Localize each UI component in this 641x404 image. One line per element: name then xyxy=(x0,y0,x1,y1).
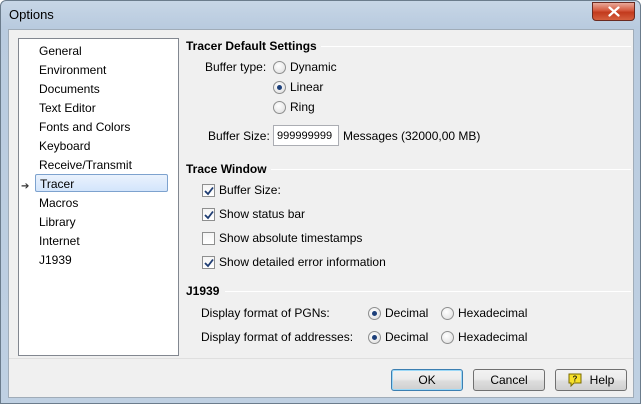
dialog-client: ➔ General Environment Documents Text Edi… xyxy=(8,29,634,398)
show-status-bar-checkbox[interactable] xyxy=(202,208,215,221)
nav-item-documents[interactable]: Documents xyxy=(35,80,104,98)
close-button[interactable] xyxy=(592,2,635,21)
window-title: Options xyxy=(9,7,54,22)
buffer-size-label: Buffer Size: xyxy=(208,129,270,143)
ok-button[interactable]: OK xyxy=(391,369,463,391)
nav-item-general[interactable]: General xyxy=(35,42,86,60)
buffer-type-label: Buffer type: xyxy=(205,60,267,74)
nav-item-internet[interactable]: Internet xyxy=(35,232,84,250)
checkmark-icon xyxy=(204,186,214,196)
selected-arrow-icon: ➔ xyxy=(21,181,30,192)
nav-item-macros[interactable]: Macros xyxy=(35,194,82,212)
show-absolute-timestamps-checkbox[interactable] xyxy=(202,232,215,245)
show-detailed-error-checkbox[interactable] xyxy=(202,256,215,269)
pgn-hexadecimal-radio[interactable] xyxy=(441,307,454,320)
help-icon: ? xyxy=(568,373,582,387)
svg-text:?: ? xyxy=(572,375,577,384)
buffer-type-dynamic-radio[interactable] xyxy=(273,61,286,74)
show-absolute-timestamps-label[interactable]: Show absolute timestamps xyxy=(219,231,362,245)
address-decimal-radio[interactable] xyxy=(368,331,381,344)
close-icon xyxy=(607,6,620,17)
buffer-size-checkbox-label[interactable]: Buffer Size: xyxy=(219,183,281,197)
options-window: Options ➔ General Environment Documents … xyxy=(0,0,641,404)
pgn-hexadecimal-label[interactable]: Hexadecimal xyxy=(458,306,527,320)
nav-item-environment[interactable]: Environment xyxy=(35,61,110,79)
nav-item-text-editor[interactable]: Text Editor xyxy=(35,99,100,117)
nav-item-fonts-and-colors[interactable]: Fonts and Colors xyxy=(35,118,134,136)
pgn-decimal-label[interactable]: Decimal xyxy=(385,306,428,320)
nav-item-receive-transmit[interactable]: Receive/Transmit xyxy=(35,156,136,174)
section-divider xyxy=(225,291,631,292)
tracer-defaults-title: Tracer Default Settings xyxy=(186,39,321,53)
checkmark-icon xyxy=(204,258,214,268)
pgn-decimal-radio[interactable] xyxy=(368,307,381,320)
trace-window-title: Trace Window xyxy=(186,162,271,176)
buffer-type-ring-radio[interactable] xyxy=(273,101,286,114)
show-detailed-error-label[interactable]: Show detailed error information xyxy=(219,255,386,269)
buffer-type-dynamic-label[interactable]: Dynamic xyxy=(290,60,337,74)
buffer-type-ring-label[interactable]: Ring xyxy=(290,100,315,114)
cancel-button[interactable]: Cancel xyxy=(473,369,545,391)
buffer-type-linear-label[interactable]: Linear xyxy=(290,80,323,94)
buffer-size-input[interactable] xyxy=(273,125,339,146)
section-divider xyxy=(271,169,631,170)
settings-panel: Tracer Default Settings Buffer type: Dyn… xyxy=(179,30,633,358)
j1939-title: J1939 xyxy=(186,284,224,298)
nav-item-j1939[interactable]: J1939 xyxy=(35,251,76,269)
address-decimal-label[interactable]: Decimal xyxy=(385,330,428,344)
buffer-type-linear-radio[interactable] xyxy=(273,81,286,94)
show-status-bar-label[interactable]: Show status bar xyxy=(219,207,305,221)
section-divider xyxy=(319,46,631,47)
pgn-format-label: Display format of PGNs: xyxy=(201,306,330,320)
nav-item-library[interactable]: Library xyxy=(35,213,80,231)
buffer-size-unit: Messages xyxy=(343,129,398,143)
checkmark-icon xyxy=(204,210,214,220)
help-button-label: Help xyxy=(589,373,615,387)
footer-divider xyxy=(9,358,633,359)
buffer-size-checkbox[interactable] xyxy=(202,184,215,197)
address-hexadecimal-label[interactable]: Hexadecimal xyxy=(458,330,527,344)
buffer-size-mb: (32000,00 MB) xyxy=(401,129,481,143)
title-bar[interactable]: Options xyxy=(1,1,640,28)
options-nav-list[interactable]: ➔ General Environment Documents Text Edi… xyxy=(18,38,179,356)
help-button[interactable]: ? Help xyxy=(555,369,627,391)
address-hexadecimal-radio[interactable] xyxy=(441,331,454,344)
nav-item-keyboard[interactable]: Keyboard xyxy=(35,137,94,155)
address-format-label: Display format of addresses: xyxy=(201,330,354,344)
nav-item-tracer[interactable]: Tracer xyxy=(35,174,168,192)
